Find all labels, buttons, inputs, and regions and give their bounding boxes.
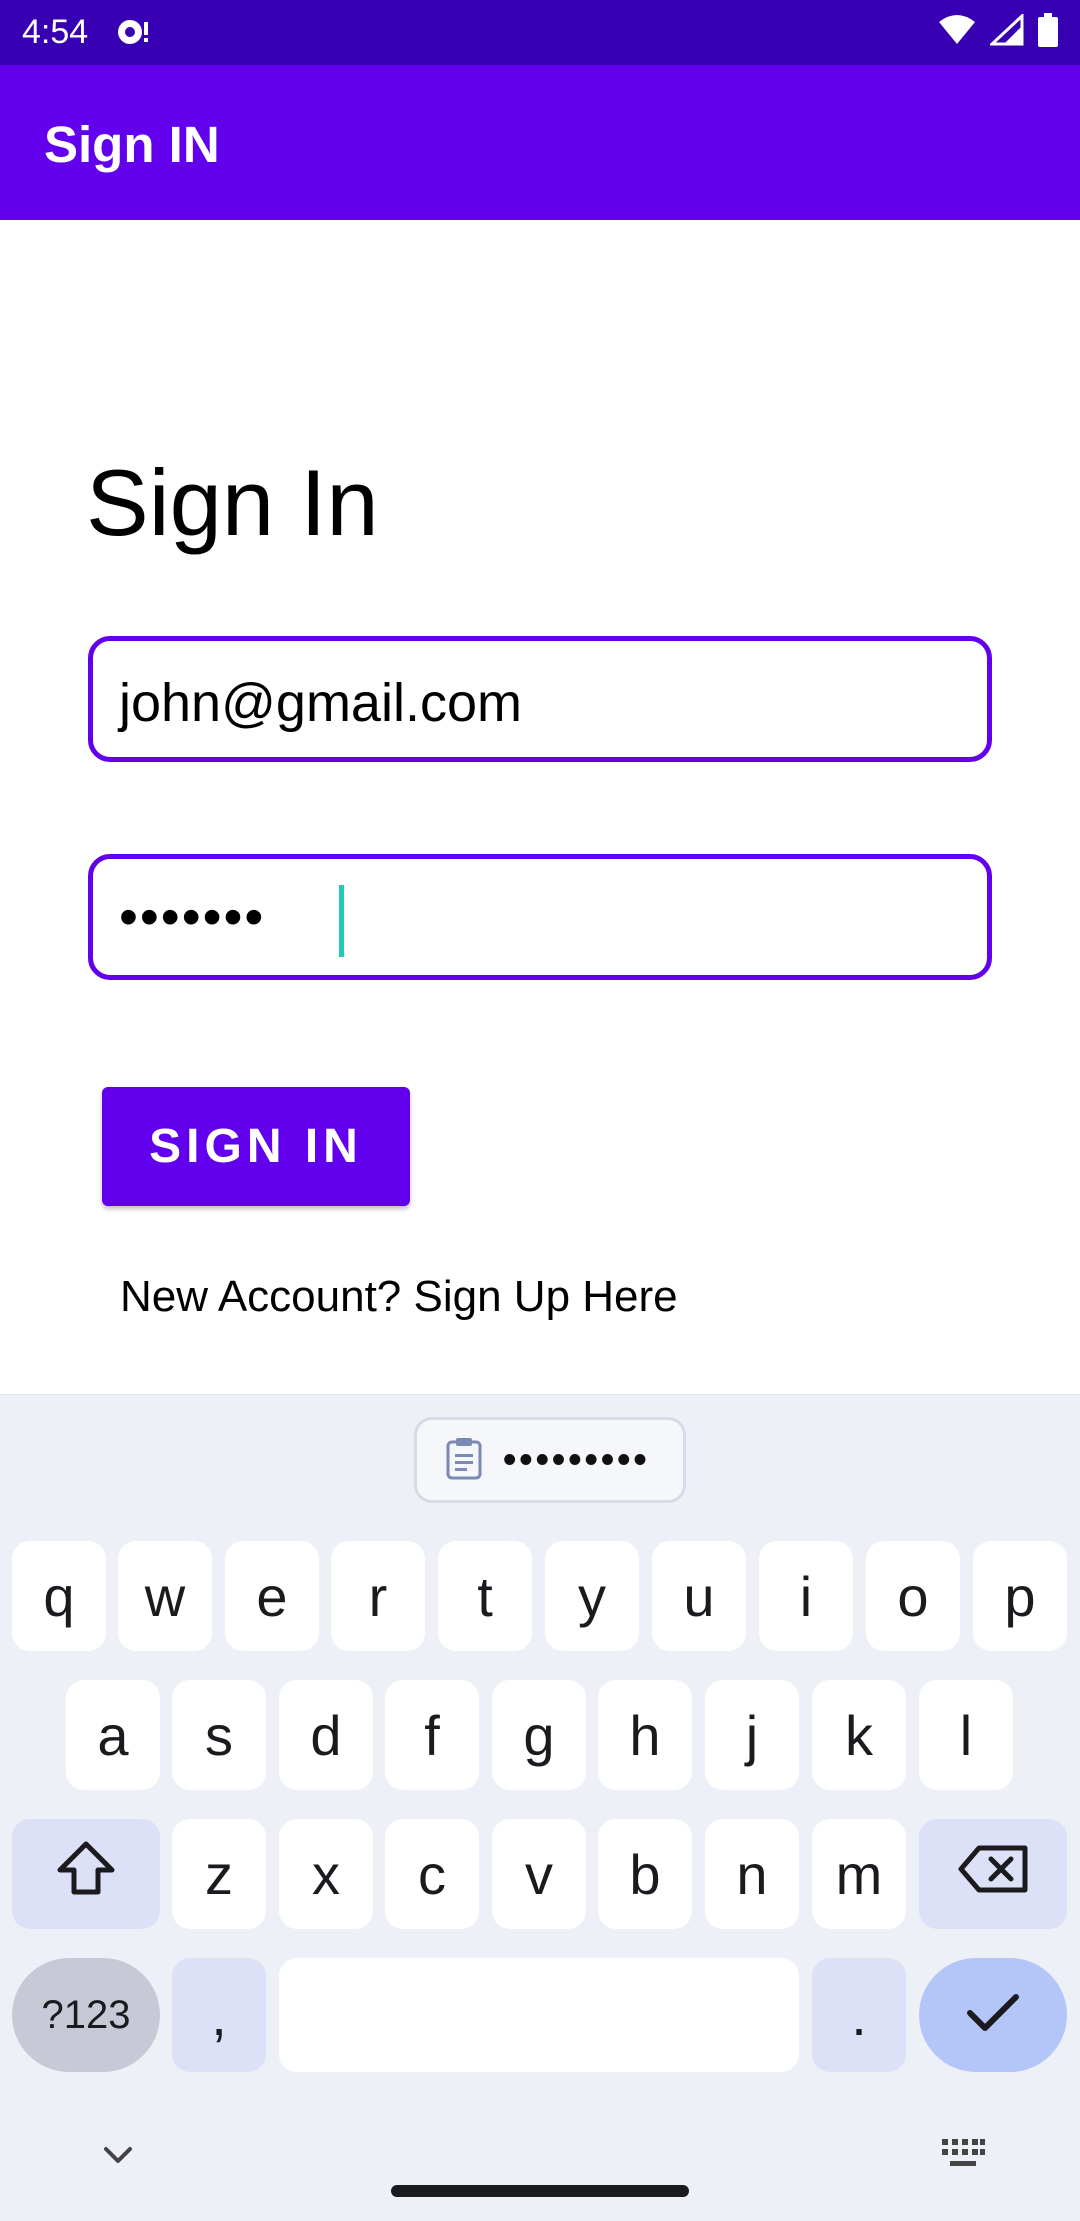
clipboard-icon xyxy=(445,1436,483,1485)
key-l[interactable]: l xyxy=(919,1680,1013,1790)
checkmark-icon xyxy=(965,1983,1021,2048)
key-u[interactable]: u xyxy=(652,1541,746,1651)
key-o[interactable]: o xyxy=(866,1541,960,1651)
signal-icon xyxy=(988,12,1024,51)
key-a[interactable]: a xyxy=(66,1680,160,1790)
key-n[interactable]: n xyxy=(705,1819,799,1929)
key-i[interactable]: i xyxy=(759,1541,853,1651)
sign-up-link[interactable]: New Account? Sign Up Here xyxy=(120,1270,678,1324)
battery-icon xyxy=(1038,12,1058,52)
gesture-bar[interactable] xyxy=(391,2185,689,2197)
email-field[interactable]: john@gmail.com xyxy=(88,636,992,762)
key-p[interactable]: p xyxy=(973,1541,1067,1651)
key-j[interactable]: j xyxy=(705,1680,799,1790)
clipboard-text: ••••••••• xyxy=(503,1438,650,1481)
key-x[interactable]: x xyxy=(279,1819,373,1929)
app-title: Sign IN xyxy=(44,116,220,173)
key-y[interactable]: y xyxy=(545,1541,639,1651)
status-time: 4:54 xyxy=(22,13,89,51)
shift-icon xyxy=(54,1840,118,1909)
page-title: Sign In xyxy=(86,450,379,555)
password-field[interactable]: ••••••• xyxy=(88,854,992,980)
text-caret xyxy=(339,885,344,957)
key-s[interactable]: s xyxy=(172,1680,266,1790)
key-m[interactable]: m xyxy=(812,1819,906,1929)
backspace-key[interactable] xyxy=(919,1819,1067,1929)
password-value: ••••••• xyxy=(119,887,266,947)
shift-key[interactable] xyxy=(12,1819,160,1929)
key-c[interactable]: c xyxy=(385,1819,479,1929)
status-icons xyxy=(938,12,1058,52)
key-e[interactable]: e xyxy=(225,1541,319,1651)
status-bar: 4:54 xyxy=(0,0,1080,65)
email-value: john@gmail.com xyxy=(119,673,522,733)
space-key[interactable] xyxy=(279,1958,799,2072)
chevron-down-icon[interactable] xyxy=(100,2137,136,2173)
notification-icon xyxy=(114,14,154,50)
sign-in-button[interactable]: SIGN IN xyxy=(102,1087,410,1206)
backspace-icon xyxy=(957,1842,1029,1907)
key-v[interactable]: v xyxy=(492,1819,586,1929)
app-bar: Sign IN xyxy=(0,65,1080,220)
period-key[interactable]: . xyxy=(812,1958,906,2072)
clipboard-suggestion[interactable]: ••••••••• xyxy=(414,1417,686,1503)
key-d[interactable]: d xyxy=(279,1680,373,1790)
comma-key[interactable]: , xyxy=(172,1958,266,2072)
soft-keyboard: ••••••••• q w e r t y u i o p a s d f g … xyxy=(0,1394,1080,2221)
enter-key[interactable] xyxy=(919,1958,1067,2072)
key-h[interactable]: h xyxy=(598,1680,692,1790)
key-f[interactable]: f xyxy=(385,1680,479,1790)
keyboard-icon[interactable] xyxy=(940,2137,986,2171)
key-k[interactable]: k xyxy=(812,1680,906,1790)
wifi-icon xyxy=(938,14,976,51)
key-b[interactable]: b xyxy=(598,1819,692,1929)
key-r[interactable]: r xyxy=(331,1541,425,1651)
symbols-key[interactable]: ?123 xyxy=(12,1958,160,2072)
key-w[interactable]: w xyxy=(118,1541,212,1651)
key-z[interactable]: z xyxy=(172,1819,266,1929)
key-q[interactable]: q xyxy=(12,1541,106,1651)
key-g[interactable]: g xyxy=(492,1680,586,1790)
key-t[interactable]: t xyxy=(438,1541,532,1651)
